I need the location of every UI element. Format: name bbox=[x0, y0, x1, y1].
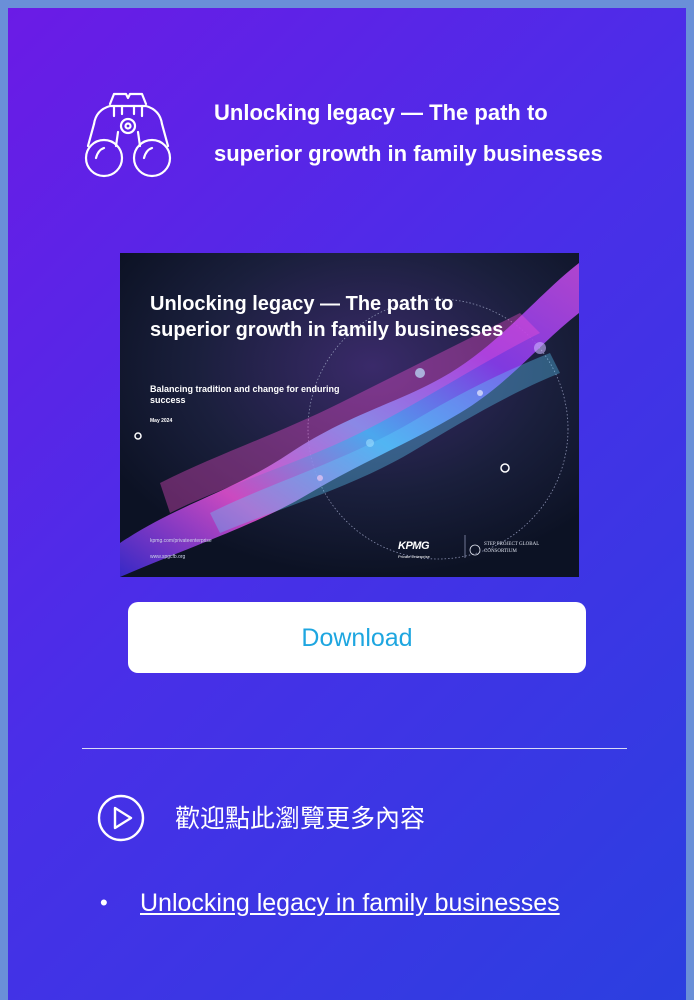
cover-url-spgcfb: www.spgcfb.org bbox=[150, 554, 186, 560]
kpmg-logo-subtitle: Private Enterprise bbox=[398, 554, 430, 559]
kpmg-logo: KPMG bbox=[398, 540, 430, 552]
divider bbox=[82, 748, 627, 749]
more-content-text[interactable]: 歡迎點此瀏覽更多內容 bbox=[175, 803, 575, 835]
cover-date: May 2024 bbox=[150, 418, 173, 424]
list-bullet: • bbox=[100, 890, 108, 915]
content-card: Unlocking legacy — The path to superior … bbox=[8, 8, 686, 1000]
cover-title: Unlocking legacy — The path to superior … bbox=[150, 293, 504, 341]
play-circle-icon[interactable] bbox=[96, 793, 146, 843]
binoculars-icon bbox=[80, 90, 176, 180]
step-project-logo: STEP PROJECT GLOBAL CONSORTIUM bbox=[484, 542, 540, 554]
download-button[interactable]: Download bbox=[128, 602, 586, 673]
cover-url-kpmg: kpmg.com/privateenterprise bbox=[150, 538, 212, 544]
cover-subtitle: Balancing tradition and change for endur… bbox=[150, 384, 340, 405]
unlocking-legacy-link[interactable]: Unlocking legacy in family businesses bbox=[140, 888, 560, 918]
report-cover-image[interactable]: Unlocking legacy — The path to superior … bbox=[120, 253, 579, 577]
report-title: Unlocking legacy — The path to superior … bbox=[214, 100, 603, 166]
